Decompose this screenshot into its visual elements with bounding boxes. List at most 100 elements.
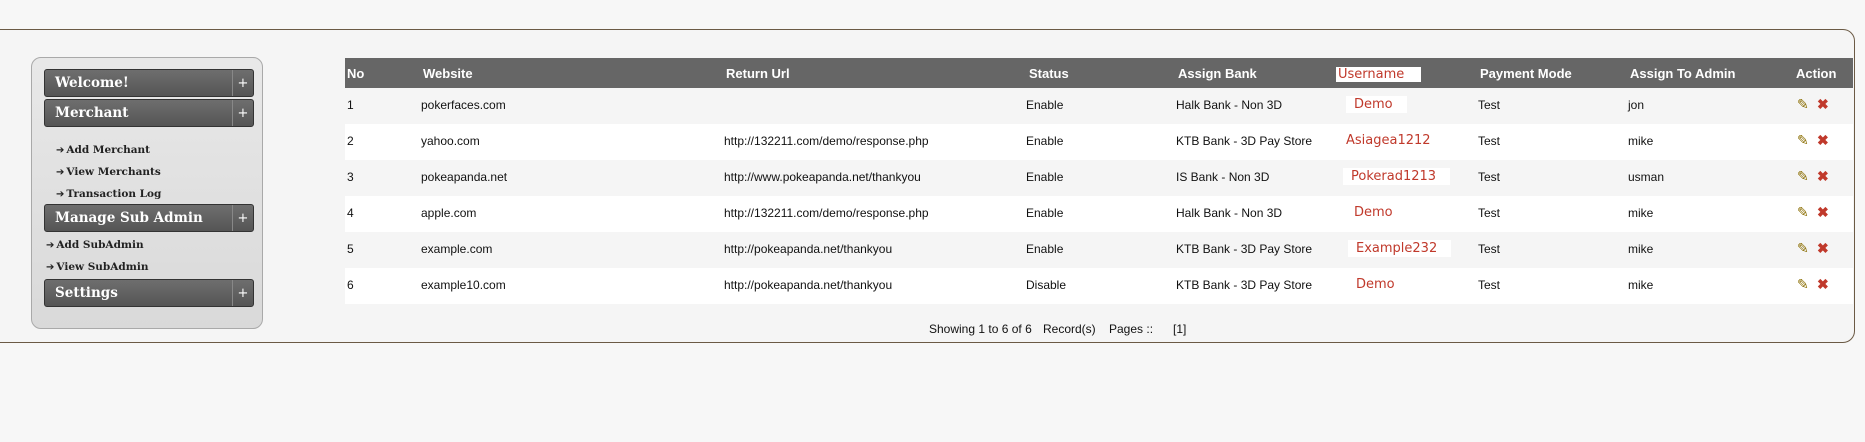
records-label: Record(s) — [1043, 322, 1096, 336]
sidebar-item-transaction-log[interactable]: ➔ Transaction Log — [56, 188, 161, 200]
cell-no: 3 — [347, 170, 354, 184]
cell-assign-to-admin: mike — [1628, 134, 1654, 148]
col-assign-to-admin: Assign To Admin — [1630, 66, 1736, 81]
table-row: 5 example.com http://pokeapanda.net/thanky… — [345, 232, 1853, 268]
delete-icon[interactable]: ✖ — [1817, 204, 1829, 221]
cell-username: Asiagea1212 — [1338, 132, 1445, 149]
menu-settings-label: Settings — [55, 285, 118, 301]
cell-username: Demo — [1346, 96, 1407, 113]
arrow-icon: ➔ — [56, 145, 65, 156]
cell-no: 4 — [347, 206, 354, 220]
pencil-icon[interactable]: ✎ — [1797, 204, 1809, 221]
table-header: No Website Return Url Status Assign Bank… — [345, 58, 1853, 88]
cell-assign-bank: KTB Bank - 3D Pay Store — [1176, 134, 1313, 148]
cell-payment-mode: Test — [1478, 242, 1501, 256]
arrow-icon: ➔ — [56, 189, 65, 200]
pencil-icon[interactable]: ✎ — [1797, 96, 1809, 113]
table-row: 6 example10.com http://pokeapanda.net/than… — [345, 268, 1853, 304]
col-website: Website — [423, 66, 473, 81]
cell-status: Disable — [1026, 278, 1067, 292]
cell-website: yahoo.com — [421, 134, 480, 148]
arrow-icon: ➔ — [56, 167, 65, 178]
table-row: 2 yahoo.com http://132211.com/demo/respons… — [345, 124, 1853, 160]
menu-welcome[interactable]: Welcome! + — [44, 69, 254, 97]
menu-manage-sub-admin-label: Manage Sub Admin — [55, 210, 203, 226]
cell-no: 2 — [347, 134, 354, 148]
cell-assign-to-admin: mike — [1628, 278, 1654, 292]
sidebar-item-label: Add Merchant — [66, 144, 151, 156]
cell-assign-bank: Halk Bank - Non 3D — [1176, 98, 1283, 112]
cell-website: example.com — [421, 242, 493, 256]
col-assign-bank: Assign Bank — [1178, 66, 1257, 81]
pencil-icon[interactable]: ✎ — [1797, 240, 1809, 257]
sidebar-item-add-merchant[interactable]: ➔ Add Merchant — [56, 144, 150, 156]
cell-website: example10.com — [421, 278, 506, 292]
cell-website: pokerfaces.com — [421, 98, 506, 112]
showing-text: Showing 1 to 6 of 6 — [929, 322, 1032, 336]
cell-return-url: http://pokeapanda.net/thankyou — [724, 242, 893, 256]
cell-payment-mode: Test — [1478, 98, 1501, 112]
cell-assign-bank: KTB Bank - 3D Pay Store — [1176, 242, 1313, 256]
cell-assign-bank: KTB Bank - 3D Pay Store — [1176, 278, 1313, 292]
expand-icon[interactable]: + — [232, 280, 253, 306]
col-action: Action — [1796, 66, 1837, 81]
menu-manage-sub-admin[interactable]: Manage Sub Admin + — [44, 204, 254, 232]
pencil-icon[interactable]: ✎ — [1797, 132, 1809, 149]
pencil-icon[interactable]: ✎ — [1797, 168, 1809, 185]
expand-icon[interactable]: + — [232, 100, 253, 126]
sidebar-item-view-merchants[interactable]: ➔ View Merchants — [56, 166, 161, 178]
page-link-1[interactable]: [1] — [1173, 322, 1186, 336]
cell-website: apple.com — [421, 206, 477, 220]
sidebar-item-add-subadmin[interactable]: ➔ Add SubAdmin — [46, 239, 144, 251]
col-username: Username — [1336, 67, 1421, 82]
sidebar-item-label: Transaction Log — [66, 188, 162, 200]
cell-assign-to-admin: usman — [1628, 170, 1665, 184]
cell-assign-bank: Halk Bank - Non 3D — [1176, 206, 1283, 220]
delete-icon[interactable]: ✖ — [1817, 168, 1829, 185]
cell-no: 5 — [347, 242, 354, 256]
cell-payment-mode: Test — [1478, 278, 1501, 292]
cell-payment-mode: Test — [1478, 170, 1501, 184]
delete-icon[interactable]: ✖ — [1817, 132, 1829, 149]
cell-no: 1 — [347, 98, 354, 112]
cell-status: Enable — [1026, 206, 1064, 220]
cell-no: 6 — [347, 278, 354, 292]
cell-payment-mode: Test — [1478, 134, 1501, 148]
cell-status: Enable — [1026, 98, 1064, 112]
col-payment-mode: Payment Mode — [1480, 66, 1572, 81]
cell-assign-to-admin: jon — [1628, 98, 1645, 112]
col-status: Status — [1029, 66, 1069, 81]
cell-assign-bank: IS Bank - Non 3D — [1176, 170, 1270, 184]
cell-assign-to-admin: mike — [1628, 242, 1654, 256]
table-row: 3 pokeapanda.net http://www.pokeapanda.net… — [345, 160, 1853, 196]
cell-payment-mode: Test — [1478, 206, 1501, 220]
cell-return-url: http://132211.com/demo/response.php — [724, 206, 929, 220]
sidebar-item-label: Add SubAdmin — [56, 239, 144, 251]
menu-settings[interactable]: Settings + — [44, 279, 254, 307]
menu-merchant[interactable]: Merchant + — [44, 99, 254, 127]
table-row: 4 apple.com http://132211.com/demo/respons… — [345, 196, 1853, 232]
delete-icon[interactable]: ✖ — [1817, 276, 1829, 293]
delete-icon[interactable]: ✖ — [1817, 96, 1829, 113]
sidebar-item-label: View SubAdmin — [56, 261, 149, 273]
expand-icon[interactable]: + — [232, 70, 253, 96]
cell-status: Enable — [1026, 242, 1064, 256]
sidebar: Welcome! + Merchant + ➔ Add Merchant ➔ Vie… — [31, 57, 263, 329]
cell-status: Enable — [1026, 134, 1064, 148]
cell-website: pokeapanda.net — [421, 170, 508, 184]
col-no: No — [347, 66, 365, 81]
pencil-icon[interactable]: ✎ — [1797, 276, 1809, 293]
arrow-icon: ➔ — [46, 240, 55, 251]
arrow-icon: ➔ — [46, 262, 55, 273]
cell-return-url: http://www.pokeapanda.net/thankyou — [724, 170, 921, 184]
expand-icon[interactable]: + — [232, 205, 253, 231]
sidebar-item-view-subadmin[interactable]: ➔ View SubAdmin — [46, 261, 149, 273]
col-return-url: Return Url — [726, 66, 790, 81]
pages-label: Pages :: — [1109, 322, 1154, 336]
menu-merchant-label: Merchant — [55, 105, 129, 121]
menu-welcome-label: Welcome! — [55, 75, 129, 91]
sidebar-item-label: View Merchants — [66, 166, 161, 178]
cell-username: Pokerad1213 — [1343, 168, 1451, 185]
delete-icon[interactable]: ✖ — [1817, 240, 1829, 257]
cell-username: Demo — [1346, 204, 1407, 221]
